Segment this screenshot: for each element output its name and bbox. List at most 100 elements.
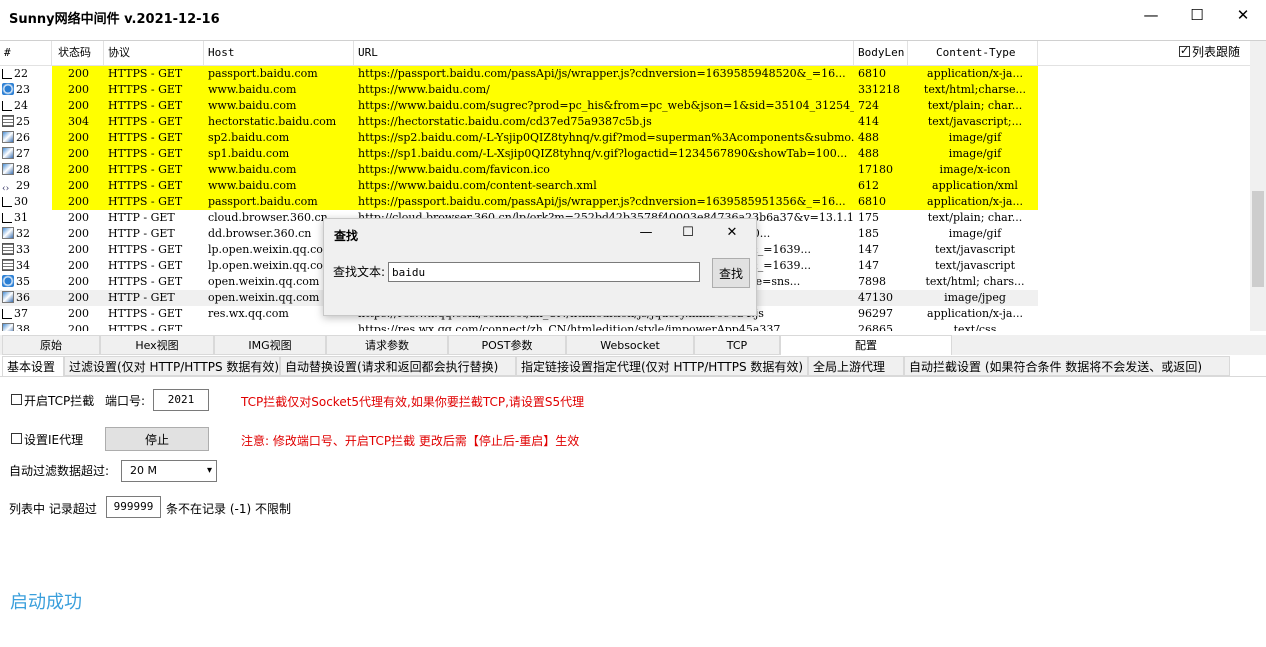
- cell-num: 36: [0, 290, 52, 306]
- find-minimize-button[interactable]: —: [626, 221, 666, 243]
- find-maximize-button[interactable]: ☐: [668, 221, 708, 243]
- cell-host: www.baidu.com: [204, 162, 354, 178]
- col-url[interactable]: URL: [354, 41, 854, 65]
- cell-status: 200: [52, 146, 104, 162]
- tab-request-params[interactable]: 请求参数: [326, 335, 448, 355]
- cell-protocol: HTTPS - GET: [108, 323, 183, 331]
- subtab-link-proxy[interactable]: 指定链接设置指定代理(仅对 HTTP/HTTPS 数据有效): [516, 356, 808, 376]
- tab-raw[interactable]: 原始: [2, 335, 100, 355]
- cell-status: 200: [68, 227, 89, 240]
- scrollbar-thumb[interactable]: [1252, 191, 1264, 287]
- col-content-type[interactable]: Content-Type: [908, 41, 1038, 65]
- subtab-upstream-proxy[interactable]: 全局上游代理: [808, 356, 904, 376]
- col-bodylen[interactable]: BodyLen: [854, 41, 908, 65]
- vertical-scrollbar[interactable]: [1250, 41, 1266, 331]
- js-file-icon: [2, 259, 14, 271]
- follow-checkbox[interactable]: [1179, 44, 1190, 57]
- row-number: 25: [16, 115, 30, 128]
- port-input[interactable]: 2021: [153, 389, 209, 411]
- cell-bodylen: 47130: [854, 290, 908, 306]
- find-close-button[interactable]: ✕: [712, 221, 752, 243]
- cell-protocol: HTTPS - GET: [108, 259, 183, 272]
- table-row[interactable]: 28 200 HTTPS - GET www.baidu.com https://www…: [0, 162, 1250, 178]
- cell-num: 25: [0, 114, 52, 130]
- doc-file-icon: [2, 69, 12, 79]
- cell-status: 200: [52, 66, 104, 82]
- maximize-button[interactable]: ☐: [1174, 0, 1220, 30]
- cell-bodylen: 331218: [854, 82, 908, 98]
- cell-host: sp1.baidu.com: [204, 146, 354, 162]
- cell-host: [204, 322, 354, 331]
- subtab-auto-replace[interactable]: 自动替换设置(请求和返回都会执行替换): [280, 356, 516, 376]
- ie-proxy-checkbox[interactable]: [11, 433, 22, 444]
- cell-bodylen: 724: [854, 98, 908, 114]
- subtab-filter[interactable]: 过滤设置(仅对 HTTP/HTTPS 数据有效): [64, 356, 280, 376]
- img-file-icon: [2, 163, 14, 175]
- table-row[interactable]: 25 304 HTTPS - GET hectorstatic.baidu.com ht…: [0, 114, 1250, 130]
- cell-bodylen: 414: [854, 114, 908, 130]
- cell-url: https://www.baidu.com/content-search.xml: [354, 178, 854, 194]
- stop-button[interactable]: 停止: [105, 427, 209, 451]
- status-text: 启动成功: [10, 592, 82, 613]
- cell-protocol: HTTPS - GET: [104, 98, 204, 114]
- col-status[interactable]: 状态码: [52, 41, 104, 65]
- cell-content-type: application/xml: [908, 178, 1038, 194]
- cell-num: 24: [0, 98, 52, 114]
- doc-file-icon: [2, 101, 12, 111]
- cell-bodylen: 26865: [858, 323, 893, 331]
- table-row[interactable]: 27 200 HTTPS - GET sp1.baidu.com https://sp1…: [0, 146, 1250, 162]
- col-host[interactable]: Host: [204, 41, 354, 65]
- find-text-label: 查找文本:: [333, 265, 386, 279]
- tab-websocket[interactable]: Websocket: [566, 335, 694, 355]
- table-row[interactable]: 24 200 HTTPS - GET www.baidu.com https://www…: [0, 98, 1250, 114]
- cell-status: 200: [52, 290, 104, 306]
- cell-bodylen: 17180: [854, 162, 908, 178]
- cell-url: https://sp1.baidu.com/-L-Xsjip0QIZ8tyhnq…: [354, 146, 854, 162]
- restart-notice: 注意: 修改端口号、开启TCP拦截 更改后需【停止后-重启】生效: [241, 434, 580, 448]
- cell-host: www.baidu.com: [204, 98, 354, 114]
- auto-filter-select[interactable]: 20 M ▾: [121, 460, 217, 482]
- tab-tcp[interactable]: TCP: [694, 335, 780, 355]
- record-limit-label: 列表中 记录超过: [9, 502, 97, 516]
- tcp-intercept-checkbox[interactable]: [11, 394, 22, 405]
- xml-file-icon: ‹›: [2, 184, 10, 194]
- img-file-icon: [2, 291, 14, 303]
- cell-num: ‹› 29: [0, 178, 52, 194]
- port-label: 端口号:: [105, 394, 146, 408]
- table-row[interactable]: 30 200 HTTPS - GET passport.baidu.com https:…: [0, 194, 1250, 210]
- col-protocol[interactable]: 协议: [104, 41, 204, 65]
- tab-post-params[interactable]: POST参数: [448, 335, 566, 355]
- tab-config[interactable]: 配置: [780, 335, 952, 355]
- cell-url: https://www.baidu.com/sugrec?prod=pc_his…: [354, 98, 854, 114]
- cell-content-type: image/jpeg: [908, 290, 1038, 306]
- find-text-input[interactable]: baidu: [388, 262, 700, 282]
- find-button[interactable]: 查找: [712, 258, 750, 288]
- config-subtabs: 基本设置 过滤设置(仅对 HTTP/HTTPS 数据有效) 自动替换设置(请求和…: [0, 356, 1266, 376]
- close-button[interactable]: ✕: [1220, 0, 1266, 30]
- js-file-icon: [2, 115, 14, 127]
- cell-num: 33: [0, 242, 52, 258]
- cell-bodylen: 488: [854, 130, 908, 146]
- cell-protocol: HTTPS - GET: [108, 275, 183, 288]
- table-row[interactable]: 26 200 HTTPS - GET sp2.baidu.com https://sp2…: [0, 130, 1250, 146]
- row-number: 35: [16, 275, 30, 288]
- cell-protocol: HTTPS - GET: [108, 243, 183, 256]
- tab-img[interactable]: IMG视图: [214, 335, 326, 355]
- subtab-auto-intercept[interactable]: 自动拦截设置 (如果符合条件 数据将不会发送、或返回): [904, 356, 1230, 376]
- cell-bodylen: 175: [858, 211, 879, 224]
- cell-num: 23: [0, 82, 52, 98]
- table-row[interactable]: 38 200 HTTPS - GET https://res.wx.qq.com/co…: [0, 322, 1250, 331]
- table-row[interactable]: 23 200 HTTPS - GET www.baidu.com https://www…: [0, 82, 1250, 98]
- minimize-button[interactable]: —: [1128, 0, 1174, 30]
- subtab-basic[interactable]: 基本设置: [2, 356, 64, 376]
- cell-status: 200: [52, 162, 104, 178]
- cell-num: 37: [0, 306, 52, 322]
- cell-host: www.baidu.com: [204, 178, 354, 194]
- table-row[interactable]: ‹› 29 200 HTTPS - GET www.baidu.com https://w…: [0, 178, 1250, 194]
- cell-num: 22: [0, 66, 52, 82]
- tab-hex[interactable]: Hex视图: [100, 335, 214, 355]
- follow-toggle[interactable]: 列表跟随: [1179, 43, 1240, 60]
- table-row[interactable]: 22 200 HTTPS - GET passport.baidu.com https:…: [0, 66, 1250, 82]
- record-limit-input[interactable]: 999999: [106, 496, 161, 518]
- col-num[interactable]: #: [0, 41, 52, 65]
